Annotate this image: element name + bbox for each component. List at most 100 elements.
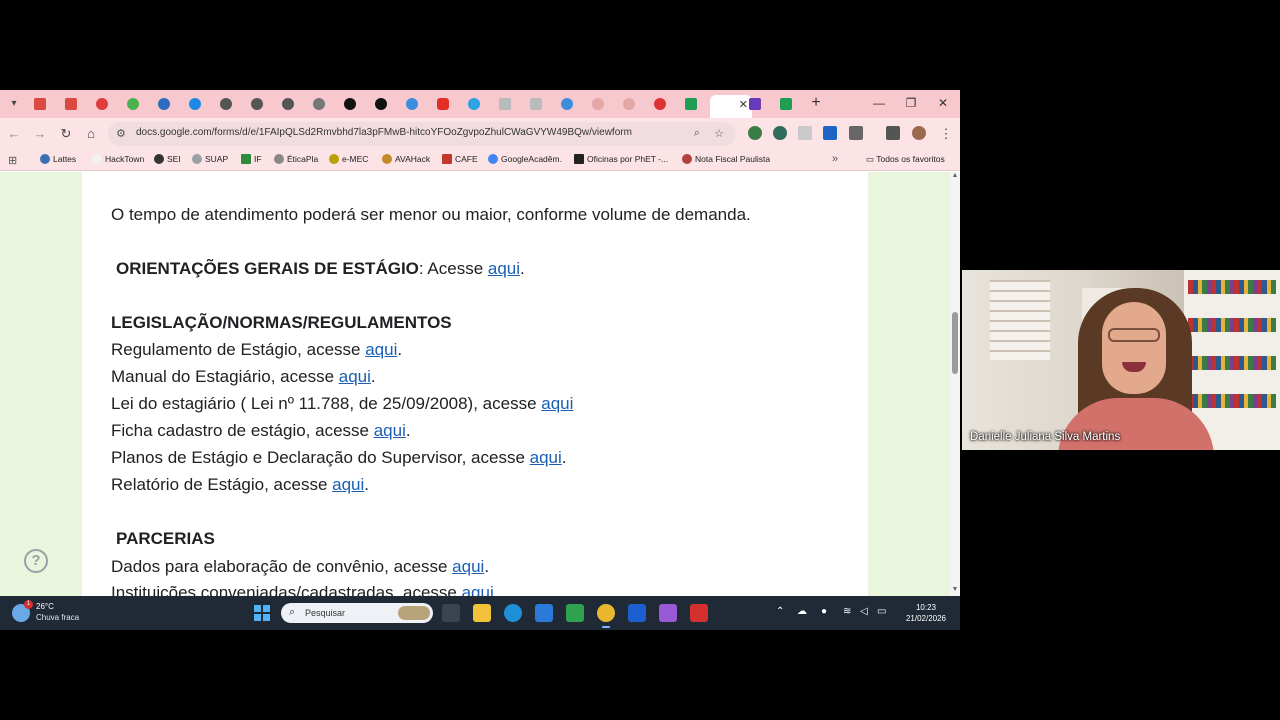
orientacoes-title: ORIENTAÇÕES GERAIS DE ESTÁGIO: [116, 259, 419, 278]
chrome-icon[interactable]: [597, 604, 615, 622]
taskbar-clock[interactable]: 10:23 21/02/2026: [903, 602, 949, 624]
bookmark-nota-fiscal[interactable]: Nota Fiscal Paulista: [682, 154, 770, 164]
youtube-icon: [437, 98, 449, 110]
tray-overflow-icon[interactable]: ⌃: [776, 606, 784, 617]
apps-grid-icon[interactable]: ⊞: [8, 154, 20, 167]
zoom-icon[interactable]: ⌕: [690, 127, 704, 141]
address-url[interactable]: docs.google.com/forms/d/e/1FAIpQLSd2Rmvb…: [136, 127, 632, 138]
tab-shield-1[interactable]: [589, 95, 607, 113]
scrollbar-track[interactable]: [950, 172, 960, 596]
tab-gmail-1[interactable]: [31, 95, 49, 113]
onedrive-icon[interactable]: ☁: [797, 606, 807, 617]
windows-start-icon[interactable]: [254, 605, 270, 621]
profile-avatar[interactable]: [912, 126, 926, 140]
more-bookmarks-icon[interactable]: »: [832, 153, 838, 165]
extension-icon[interactable]: [823, 126, 837, 140]
outlook-icon[interactable]: [628, 604, 646, 622]
participant-video[interactable]: Danielle Juliana Silva Martins: [962, 270, 1280, 450]
regulamento-link[interactable]: aqui: [365, 340, 397, 359]
tab-site-6[interactable]: [403, 95, 421, 113]
help-icon[interactable]: ?: [24, 549, 48, 573]
lei-link[interactable]: aqui: [541, 394, 573, 413]
scrollbar-thumb[interactable]: [952, 312, 958, 374]
ficha-link[interactable]: aqui: [374, 421, 406, 440]
tab-site-8[interactable]: [651, 95, 669, 113]
conveniadas-link[interactable]: aqui: [462, 583, 494, 596]
convenio-link[interactable]: aqui: [452, 557, 484, 576]
scroll-up-icon[interactable]: ▲: [951, 172, 959, 179]
circle-icon: [375, 98, 387, 110]
tab-gmail-2[interactable]: [62, 95, 80, 113]
bookmark-google-scholar[interactable]: GoogleAcadêm.: [488, 154, 562, 164]
tab-site-3[interactable]: [186, 95, 204, 113]
site-info-icon[interactable]: ⚙: [116, 127, 130, 141]
address-bar[interactable]: ⚙ docs.google.com/forms/d/e/1FAIpQLSd2Rm…: [108, 122, 736, 146]
bookmark-suap[interactable]: SUAP: [192, 154, 228, 164]
tab-forms[interactable]: [746, 95, 764, 113]
bookmark-lattes[interactable]: Lattes: [40, 154, 76, 164]
browser-menu-icon[interactable]: ⋮: [938, 126, 954, 142]
tab-groups-icon[interactable]: [886, 126, 900, 140]
google-drive-icon[interactable]: [566, 604, 584, 622]
extension-icon[interactable]: [773, 126, 787, 140]
bookmark-cafe[interactable]: CAFE: [442, 154, 478, 164]
tab-chatgpt-1[interactable]: [217, 95, 235, 113]
orientacoes-link[interactable]: aqui: [488, 259, 520, 278]
bookmark-sei[interactable]: SEI: [154, 154, 181, 164]
restore-icon[interactable]: ❐: [904, 96, 918, 110]
tab-site-2[interactable]: [155, 95, 173, 113]
tab-shield-2[interactable]: [620, 95, 638, 113]
tab-site-4[interactable]: [341, 95, 359, 113]
extension-icon[interactable]: [798, 126, 812, 140]
bookmark-phet[interactable]: Oficinas por PhET -...: [574, 154, 668, 164]
all-bookmarks-folder[interactable]: ▭ Todos os favoritos: [866, 154, 945, 165]
tab-sheets[interactable]: [682, 95, 700, 113]
tab-chatgpt-2[interactable]: [248, 95, 266, 113]
manual-link[interactable]: aqui: [339, 367, 371, 386]
battery-icon[interactable]: ▭: [877, 606, 886, 617]
task-view-icon[interactable]: [442, 604, 460, 622]
tab-recording[interactable]: [93, 95, 111, 113]
bookmark-hacktown[interactable]: HackTown: [92, 154, 144, 164]
tab-doc-2[interactable]: [527, 95, 545, 113]
tab-chatgpt-4[interactable]: [310, 95, 328, 113]
volume-icon[interactable]: ◁: [860, 606, 868, 617]
store-icon[interactable]: [535, 604, 553, 622]
tab-site-5[interactable]: [372, 95, 390, 113]
google-scholar-icon: [488, 154, 498, 164]
bookmark-emec[interactable]: e-MEC: [329, 154, 368, 164]
taskbar-search[interactable]: ⌕ Pesquisar: [281, 603, 433, 623]
close-window-icon[interactable]: ✕: [936, 96, 950, 110]
tab-site-7[interactable]: [558, 95, 576, 113]
tab-site-1[interactable]: [124, 95, 142, 113]
bookmark-star-icon[interactable]: ☆: [712, 127, 726, 141]
wifi-icon[interactable]: ≋: [843, 606, 851, 617]
tab-sheets-2[interactable]: [777, 95, 795, 113]
edge-icon[interactable]: [504, 604, 522, 622]
planos-link[interactable]: aqui: [530, 448, 562, 467]
tab-telegram[interactable]: [465, 95, 483, 113]
bookmark-eticapla[interactable]: ÉticaPla: [274, 154, 318, 164]
scroll-down-icon[interactable]: ▼: [951, 586, 959, 593]
new-tab-button[interactable]: +: [808, 94, 824, 112]
tab-youtube[interactable]: [434, 95, 452, 113]
bookmark-avahack[interactable]: AVAHack: [382, 154, 430, 164]
extension-icon[interactable]: [748, 126, 762, 140]
back-icon[interactable]: ←: [6, 126, 22, 142]
tab-chatgpt-3[interactable]: [279, 95, 297, 113]
home-icon[interactable]: ⌂: [83, 126, 99, 142]
tab-doc-1[interactable]: [496, 95, 514, 113]
bookmark-if[interactable]: IF: [241, 154, 262, 164]
relatorio-link[interactable]: aqui: [332, 475, 364, 494]
microphone-icon[interactable]: ●: [821, 606, 827, 617]
file-explorer-icon[interactable]: [473, 604, 491, 622]
openai-icon: [282, 98, 294, 110]
forward-icon[interactable]: →: [32, 126, 48, 142]
parcerias-item: Instituições conveniadas/cadastradas, ac…: [111, 583, 494, 596]
extensions-puzzle-icon[interactable]: [849, 126, 863, 140]
copilot-icon[interactable]: [659, 604, 677, 622]
acrobat-icon[interactable]: [690, 604, 708, 622]
minimize-icon[interactable]: —: [872, 96, 886, 110]
reload-icon[interactable]: ↻: [58, 126, 74, 142]
tab-search-dropdown[interactable]: ▾: [6, 96, 22, 112]
